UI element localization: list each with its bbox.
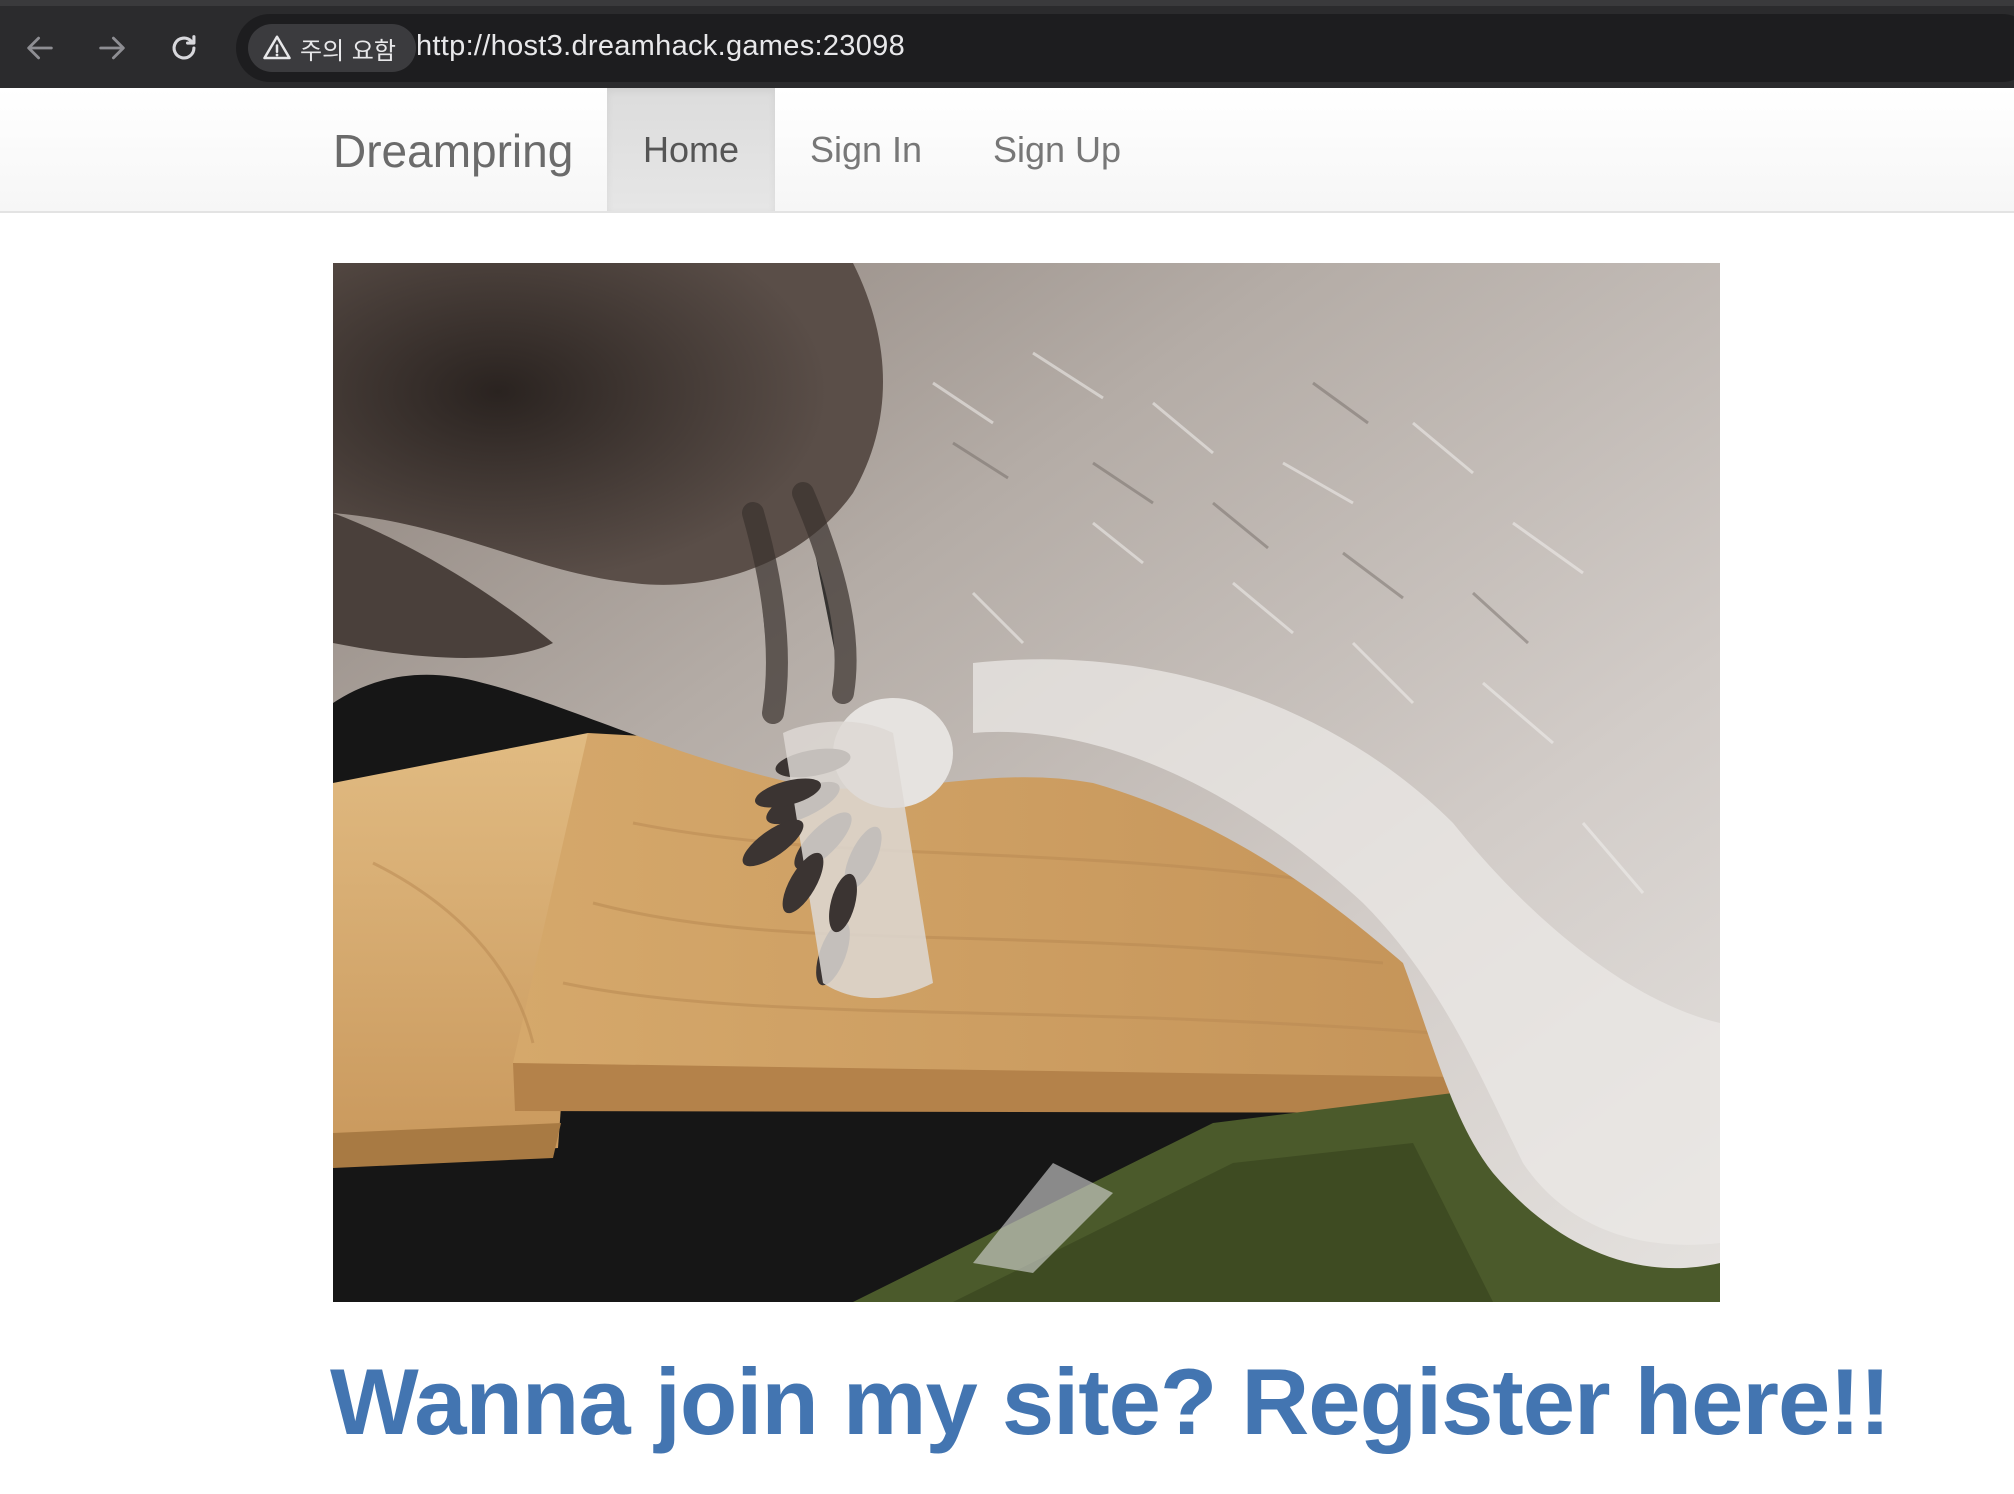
nav-home[interactable]: Home [607,88,775,211]
forward-button[interactable] [84,20,140,76]
security-warning-chip[interactable]: 주의 요함 [248,24,416,72]
browser-toolbar: 주의 요함 http://host3.dreamhack.games:23098 [0,0,2014,88]
back-arrow-icon [27,36,53,60]
warning-triangle-icon [263,35,291,60]
address-bar[interactable]: 주의 요함 http://host3.dreamhack.games:23098 [236,14,2014,82]
back-button[interactable] [12,20,68,76]
nav-sign-up[interactable]: Sign Up [957,88,1157,211]
hero-image [333,263,1720,1302]
security-warning-label: 주의 요함 [300,36,396,65]
site-navbar: Dreampring Home Sign In Sign Up [0,88,2014,213]
register-headline[interactable]: Wanna join my site? Register here!! [330,1348,1891,1456]
reload-icon [172,35,196,60]
brand-link[interactable]: Dreampring [333,124,573,178]
raccoon-photo [333,263,1720,1302]
url-text[interactable]: http://host3.dreamhack.games:23098 [416,30,905,63]
reload-button[interactable] [156,20,212,76]
nav-sign-in[interactable]: Sign In [775,88,957,211]
forward-arrow-icon [99,36,125,60]
